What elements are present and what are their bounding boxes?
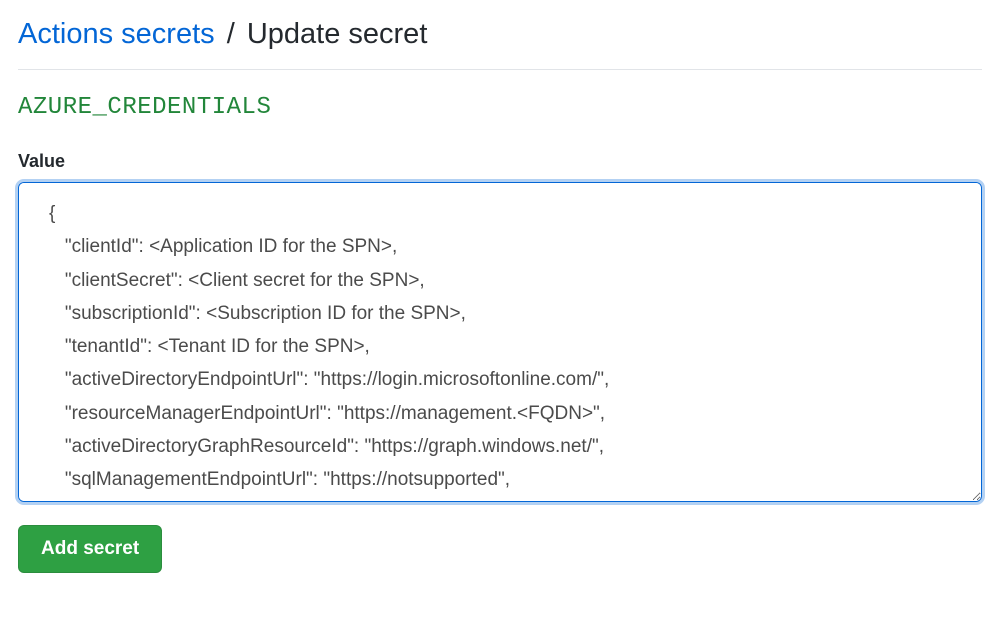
breadcrumb-separator: / <box>227 18 235 50</box>
secret-value-input[interactable] <box>18 182 982 502</box>
add-secret-button[interactable]: Add secret <box>18 525 162 573</box>
breadcrumb-parent-link[interactable]: Actions secrets <box>18 18 215 50</box>
breadcrumb: Actions secrets / Update secret <box>18 8 982 70</box>
value-textarea-wrapper <box>18 182 982 507</box>
breadcrumb-current: Update secret <box>247 18 428 50</box>
value-field-label: Value <box>18 151 982 172</box>
secret-name-heading: AZURE_CREDENTIALS <box>18 94 982 121</box>
